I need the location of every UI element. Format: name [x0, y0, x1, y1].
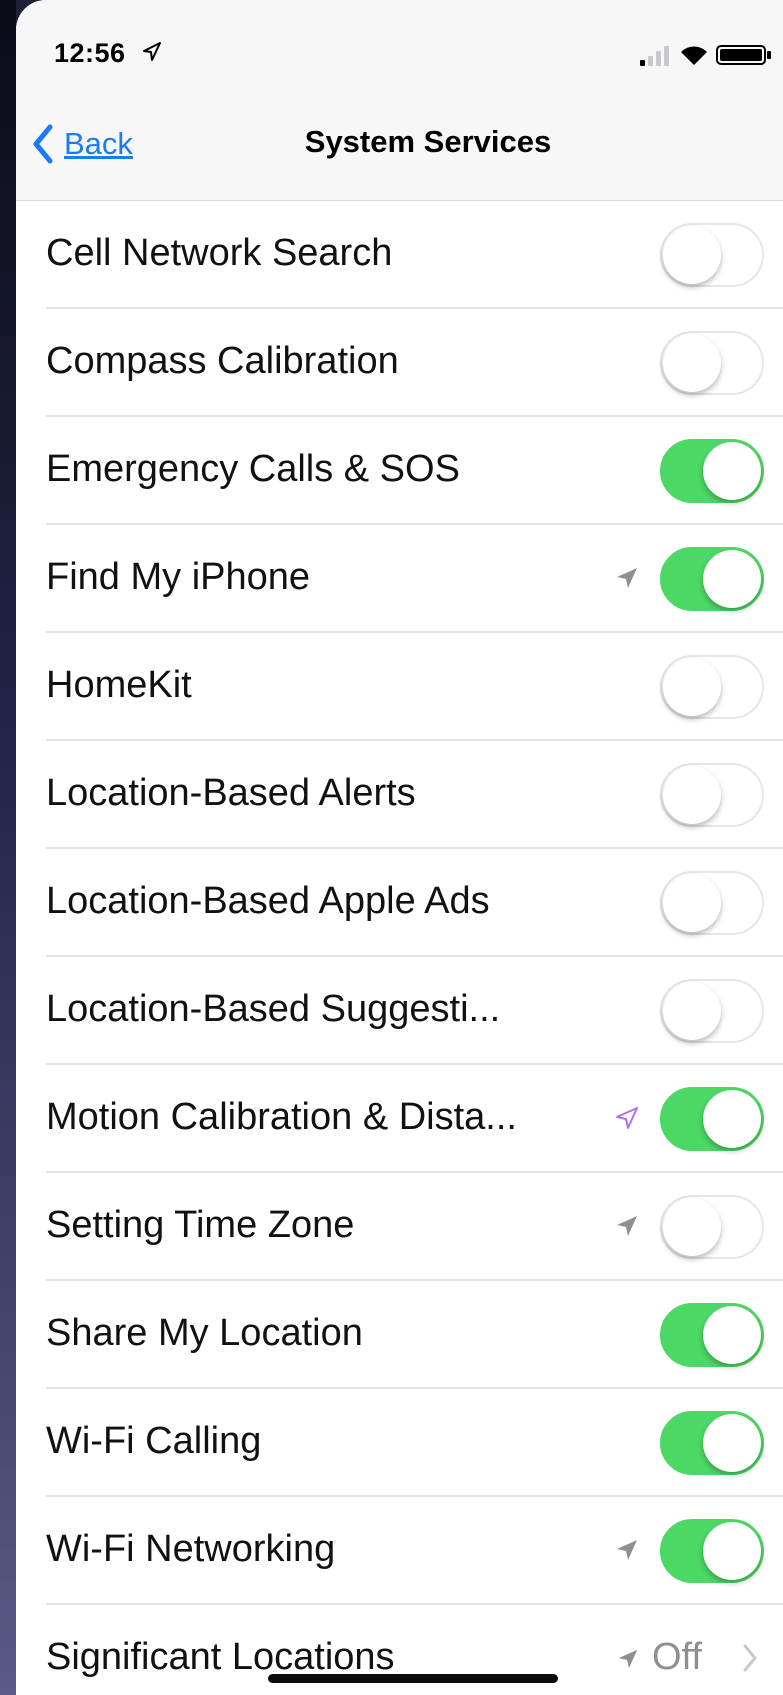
toggle-knob: [663, 226, 721, 284]
list-item-wifi-networking: Wi-Fi Networking: [16, 1497, 783, 1605]
list-item-homekit: HomeKit: [16, 633, 783, 741]
list-item-location-based-suggestions: Location-Based Suggesti...: [16, 957, 783, 1065]
list-item-share-my-location: Share My Location: [16, 1281, 783, 1389]
cell-network-search-toggle[interactable]: [660, 223, 764, 287]
list-item-find-my-iphone: Find My iPhone: [16, 525, 783, 633]
location-arrow-icon: [617, 568, 637, 588]
location-based-suggestions-toggle[interactable]: [660, 979, 764, 1043]
compass-calibration-toggle[interactable]: [660, 331, 764, 395]
wifi-icon: [681, 46, 707, 65]
row-label: Share My Location: [46, 1312, 363, 1354]
row-label: Location-Based Apple Ads: [46, 880, 490, 922]
list-item-location-based-alerts: Location-Based Alerts: [16, 741, 783, 849]
location-based-alerts-toggle[interactable]: [660, 763, 764, 827]
list-item-setting-time-zone: Setting Time Zone: [16, 1173, 783, 1281]
toggle-knob: [663, 874, 721, 932]
row-label: Location-Based Alerts: [46, 772, 416, 814]
home-indicator[interactable]: [268, 1674, 558, 1683]
status-time: 12:56: [54, 38, 126, 68]
wifi-calling-toggle[interactable]: [660, 1411, 764, 1475]
page-title: System Services: [304, 124, 552, 159]
row-label: Wi-Fi Calling: [46, 1420, 262, 1462]
list-item-compass-calibration: Compass Calibration: [16, 309, 783, 417]
location-arrow-icon: [617, 1540, 637, 1560]
significant-locations-value: Off: [652, 1636, 702, 1678]
row-label: Location-Based Suggesti...: [46, 988, 501, 1030]
row-label: Compass Calibration: [46, 340, 399, 382]
device-bezel: [0, 0, 16, 1695]
back-button-label: Back: [64, 126, 133, 161]
toggle-knob: [663, 766, 721, 824]
list-item-location-based-apple-ads: Location-Based Apple Ads: [16, 849, 783, 957]
homekit-toggle[interactable]: [660, 655, 764, 719]
setting-time-zone-toggle[interactable]: [660, 1195, 764, 1259]
row-label: HomeKit: [46, 664, 192, 706]
back-button[interactable]: Back: [32, 120, 162, 168]
system-services-list: Cell Network Search Compass Calibration …: [16, 200, 783, 1695]
toggle-knob: [663, 334, 721, 392]
toggle-knob: [703, 1522, 761, 1580]
row-label: Emergency Calls & SOS: [46, 448, 460, 490]
row-label: Find My iPhone: [46, 556, 311, 598]
location-arrow-outline-icon: [616, 1107, 638, 1129]
wifi-networking-toggle[interactable]: [660, 1519, 764, 1583]
find-my-iphone-toggle[interactable]: [660, 547, 764, 611]
share-my-location-toggle[interactable]: [660, 1303, 764, 1367]
emergency-calls-sos-toggle[interactable]: [660, 439, 764, 503]
cellular-signal-icon: [640, 46, 669, 66]
toggle-knob: [663, 982, 721, 1040]
toggle-knob: [703, 1090, 761, 1148]
navigation-bar: Back System Services: [16, 110, 783, 180]
toggle-knob: [703, 1414, 761, 1472]
row-label: Setting Time Zone: [46, 1204, 355, 1246]
chevron-left-icon: [33, 124, 53, 164]
toggle-knob: [663, 658, 721, 716]
toggle-knob: [663, 1198, 721, 1256]
phone-screen: 12:56 Back System Services Cell Network …: [16, 0, 783, 1695]
location-arrow-icon: [618, 1649, 638, 1669]
location-services-icon: [143, 42, 161, 61]
list-item-motion-calibration: Motion Calibration & Dista...: [16, 1065, 783, 1173]
toggle-knob: [703, 550, 761, 608]
status-bar: 12:56: [16, 0, 783, 80]
row-label: Motion Calibration & Dista...: [46, 1096, 517, 1138]
list-item-cell-network-search: Cell Network Search: [16, 201, 783, 309]
chevron-right-icon: [743, 1644, 757, 1672]
location-based-apple-ads-toggle[interactable]: [660, 871, 764, 935]
toggle-knob: [703, 442, 761, 500]
location-arrow-icon: [617, 1216, 637, 1236]
battery-icon: [716, 45, 771, 65]
list-item-wifi-calling: Wi-Fi Calling: [16, 1389, 783, 1497]
toggle-knob: [703, 1306, 761, 1364]
row-label: Cell Network Search: [46, 232, 393, 274]
motion-calibration-toggle[interactable]: [660, 1087, 764, 1151]
row-label: Wi-Fi Networking: [46, 1528, 336, 1570]
list-item-emergency-calls-sos: Emergency Calls & SOS: [16, 417, 783, 525]
